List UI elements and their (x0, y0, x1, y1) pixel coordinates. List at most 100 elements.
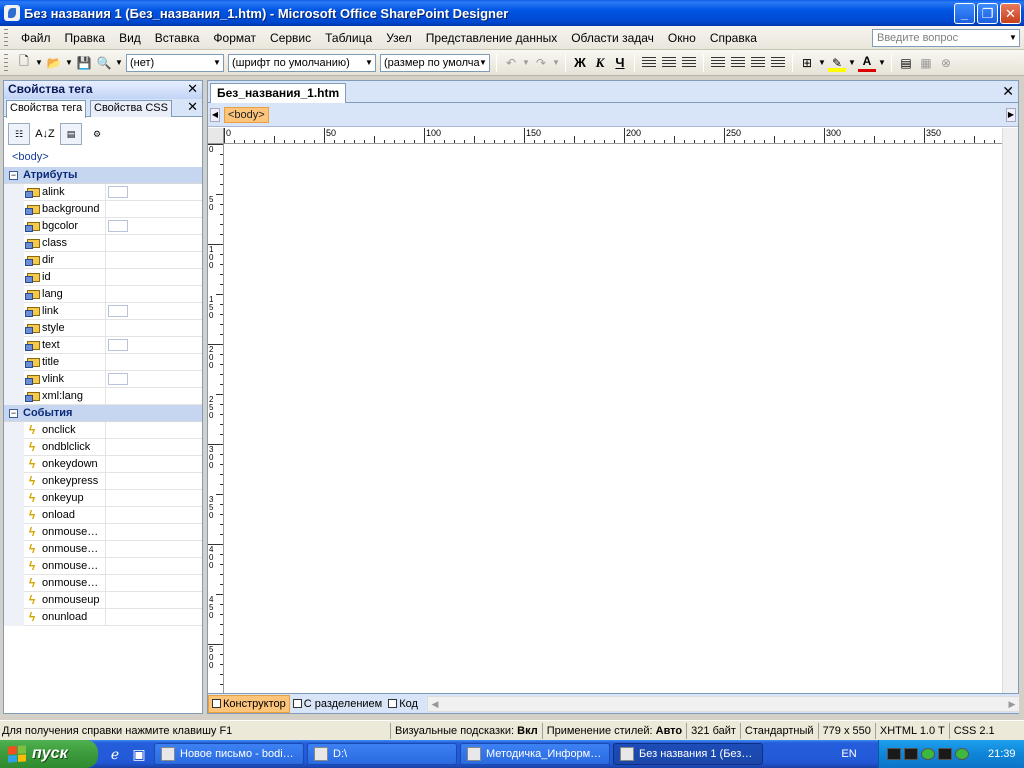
new-page-icon[interactable]: 🗋 (15, 54, 33, 72)
event-value[interactable] (106, 456, 202, 473)
network-icon[interactable] (887, 748, 901, 760)
chevron-down-icon[interactable]: ▼ (878, 54, 886, 72)
chevron-down-icon[interactable]: ▼ (115, 54, 123, 72)
attribute-row[interactable]: style (4, 319, 202, 337)
color-swatch[interactable] (108, 304, 128, 317)
attribute-row[interactable]: alink (4, 183, 202, 201)
minimize-button[interactable]: _ (954, 3, 975, 24)
attribute-row[interactable]: vlink (4, 370, 202, 388)
attribute-value[interactable] (106, 320, 202, 337)
save-icon[interactable]: 💾 (75, 54, 93, 72)
borders-icon[interactable]: ⊞ (798, 54, 816, 72)
close-icon[interactable]: ✕ (187, 81, 198, 97)
design-canvas[interactable] (224, 144, 1002, 695)
attribute-value[interactable] (106, 269, 202, 286)
attribute-value[interactable] (106, 303, 202, 320)
color-swatch[interactable] (108, 372, 128, 385)
chevron-right-icon[interactable]: ▶ (1005, 697, 1019, 711)
menu-view[interactable]: Вид (112, 27, 148, 49)
menu-data-view[interactable]: Представление данных (419, 27, 564, 49)
event-row[interactable]: ϟ onunload (4, 608, 202, 626)
taskbar-item-sharepoint[interactable]: Без названия 1 (Без… (613, 743, 763, 765)
event-value[interactable] (106, 439, 202, 456)
color-swatch[interactable] (108, 185, 128, 198)
close-window-button[interactable]: ✕ (1000, 3, 1021, 24)
collapse-icon[interactable]: − (9, 170, 18, 180)
event-value[interactable] (106, 609, 202, 626)
attribute-row[interactable]: background (4, 200, 202, 218)
restore-button[interactable]: ❐ (977, 3, 998, 24)
page-size-status[interactable]: 779 x 550 (817, 722, 875, 739)
attribute-row[interactable]: bgcolor (4, 217, 202, 235)
network-icon[interactable] (904, 748, 918, 760)
chevron-left-icon[interactable]: ◀ (210, 108, 220, 122)
increase-indent-icon[interactable] (769, 54, 787, 72)
start-button[interactable]: пуск (0, 740, 98, 768)
chevron-right-icon[interactable]: ▶ (1006, 108, 1016, 122)
event-row[interactable]: ϟ ondblclick (4, 438, 202, 456)
style-select[interactable]: (нет) ▼ (126, 53, 224, 72)
event-row[interactable]: ϟ onkeypress (4, 472, 202, 490)
chevron-down-icon[interactable]: ▼ (65, 54, 73, 72)
font-color-icon[interactable]: A (858, 54, 876, 72)
align-right-icon[interactable] (680, 54, 698, 72)
underline-button[interactable]: Ч (611, 54, 629, 72)
event-row[interactable]: ϟ onmouseup (4, 591, 202, 609)
close-icon[interactable]: ✕ (1002, 83, 1014, 100)
css-version-status[interactable]: CSS 2.1 (948, 722, 999, 739)
antivirus-icon[interactable] (921, 748, 935, 760)
event-value[interactable] (106, 422, 202, 439)
chevron-left-icon[interactable]: ◀ (428, 697, 442, 711)
bulleted-list-icon[interactable] (729, 54, 747, 72)
event-row[interactable]: ϟ onkeyup (4, 489, 202, 507)
code-view-button[interactable]: Код (385, 695, 421, 713)
font-select[interactable]: (шрифт по умолчанию) ▼ (228, 53, 376, 72)
categorized-view-icon[interactable]: ☷ (8, 123, 30, 145)
event-value[interactable] (106, 592, 202, 609)
menu-help[interactable]: Справка (703, 27, 764, 49)
attribute-value[interactable] (106, 354, 202, 371)
event-row[interactable]: ϟ onclick (4, 421, 202, 439)
menu-insert[interactable]: Вставка (148, 27, 207, 49)
attribute-row[interactable]: xml:lang (4, 387, 202, 405)
vertical-scrollbar[interactable] (1002, 128, 1018, 695)
layer-icon[interactable]: ▤ (897, 54, 915, 72)
event-row[interactable]: ϟ onkeydown (4, 455, 202, 473)
attribute-row[interactable]: lang (4, 285, 202, 303)
attributes-group-header[interactable]: − Атрибуты (4, 167, 202, 184)
chevron-down-icon[interactable]: ▼ (35, 54, 43, 72)
highlight-icon[interactable]: ✎ (828, 53, 846, 72)
show-desktop-icon[interactable]: ▣ (130, 745, 148, 763)
event-value[interactable] (106, 490, 202, 507)
doctype-status[interactable]: XHTML 1.0 T (874, 722, 949, 739)
show-set-properties-icon[interactable]: ▤ (60, 123, 82, 145)
numbered-list-icon[interactable] (709, 54, 727, 72)
event-row[interactable]: ϟ onmouse… (4, 574, 202, 592)
chevron-down-icon[interactable]: ▼ (552, 54, 560, 72)
mode-status[interactable]: Стандартный (739, 722, 818, 739)
events-group-header[interactable]: − События (4, 405, 202, 422)
event-value[interactable] (106, 507, 202, 524)
italic-button[interactable]: К (591, 54, 609, 72)
title-bar[interactable]: Без названия 1 (Без_названия_1.htm) - Mi… (0, 0, 1024, 26)
cancel-icon[interactable]: ⊗ (937, 54, 955, 72)
decrease-indent-icon[interactable] (749, 54, 767, 72)
taskbar-item-folder[interactable]: D:\ (307, 743, 457, 765)
font-size-select[interactable]: (размер по умолча ▼ (380, 53, 490, 72)
event-row[interactable]: ϟ onmouse… (4, 540, 202, 558)
event-value[interactable] (106, 575, 202, 592)
align-left-icon[interactable] (640, 54, 658, 72)
chevron-down-icon[interactable]: ▼ (522, 54, 530, 72)
body-tag-chip[interactable]: <body> (224, 107, 269, 123)
taskbar-item-word[interactable]: Методичка_Информ… (460, 743, 610, 765)
menu-format[interactable]: Формат (206, 27, 263, 49)
attribute-value[interactable] (106, 337, 202, 354)
style-application-status[interactable]: Применение стилей: Авто (541, 722, 686, 739)
attribute-row[interactable]: title (4, 353, 202, 371)
tab-tag-properties[interactable]: Свойства тега (6, 100, 87, 118)
menu-window[interactable]: Окно (661, 27, 703, 49)
design-view-button[interactable]: Конструктор (208, 694, 290, 713)
menu-grip[interactable] (4, 28, 8, 47)
toolbar-grip[interactable] (4, 53, 8, 72)
attribute-value[interactable] (106, 235, 202, 252)
